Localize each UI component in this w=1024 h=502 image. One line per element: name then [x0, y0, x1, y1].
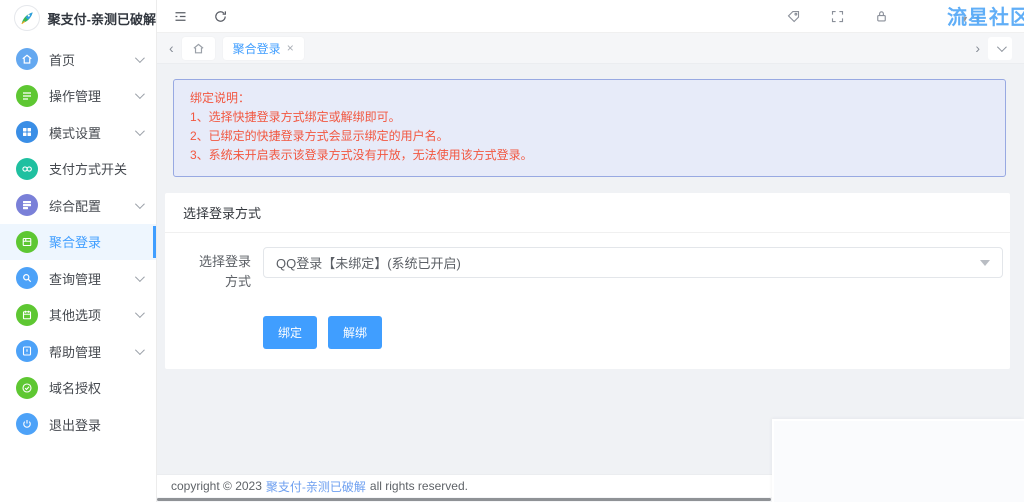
tag-icon[interactable]: [784, 7, 802, 25]
sidebar-item-label: 操作管理: [49, 86, 101, 105]
bind-button[interactable]: 绑定: [263, 316, 317, 349]
select-login-method-label: 选择登录方式: [187, 247, 251, 292]
alert-line: 2、已绑定的快捷登录方式会显示绑定的用户名。: [190, 127, 989, 146]
scrollbar-thumb[interactable]: [157, 498, 771, 501]
alert-line: 绑定说明：: [190, 89, 989, 108]
clipboard-icon: [16, 304, 38, 326]
sidebar-item-query[interactable]: 查询管理: [0, 260, 156, 297]
sidebar-item-label: 综合配置: [49, 196, 101, 215]
sidebar-item-domain-auth[interactable]: 域名授权: [0, 370, 156, 407]
refresh-icon[interactable]: [211, 7, 229, 25]
sidebar-item-payment-switch[interactable]: 支付方式开关: [0, 151, 156, 188]
alert-line: 1、选择快捷登录方式绑定或解绑即可。: [190, 108, 989, 127]
unbind-button[interactable]: 解绑: [328, 316, 382, 349]
login-method-card: 选择登录方式 选择登录方式 QQ登录【未绑定】(系统已开启) 绑定 解绑: [165, 193, 1010, 369]
copyright-suffix: all rights reserved.: [370, 479, 468, 493]
action-buttons: 绑定 解绑: [263, 316, 1010, 349]
chevron-down-icon: [135, 89, 145, 99]
help-icon: [16, 340, 38, 362]
app-title: 聚支付-亲测已破解: [48, 9, 156, 28]
main-area: ‹ 聚合登录 × › 绑定说明： 1、选择快捷登录方式绑定或解绑即可。 2、已绑…: [157, 0, 1024, 502]
sidebar-item-label: 其他选项: [49, 305, 101, 324]
sidebar-item-operations[interactable]: 操作管理: [0, 78, 156, 115]
app-window: 聚支付-亲测已破解 首页 操作管理 模式设置: [0, 0, 1024, 502]
tabs-scroll-right-icon[interactable]: ›: [975, 41, 980, 55]
power-icon: [16, 413, 38, 435]
switch-icon: [16, 158, 38, 180]
alert-line: 3、系统未开启表示该登录方式没有开放，无法使用该方式登录。: [190, 146, 989, 165]
tabs-dropdown-button[interactable]: [988, 37, 1012, 60]
sidebar-item-label: 域名授权: [49, 378, 101, 397]
rocket-icon: [14, 5, 40, 31]
sidebar-item-home[interactable]: 首页: [0, 41, 156, 78]
fold-sidebar-icon[interactable]: [171, 7, 189, 25]
sidebar-item-label: 支付方式开关: [49, 159, 127, 178]
login-method-select[interactable]: QQ登录【未绑定】(系统已开启): [263, 247, 1003, 278]
chevron-down-icon: [135, 53, 145, 63]
selected-option: QQ登录【未绑定】(系统已开启): [276, 253, 980, 272]
select-caret-icon: [980, 260, 990, 266]
lock-icon[interactable]: [872, 7, 890, 25]
tab-aggregate-login[interactable]: 聚合登录 ×: [223, 37, 304, 60]
grid-icon: [16, 121, 38, 143]
sidebar-menu: 首页 操作管理 模式设置 支付方式: [0, 36, 156, 443]
chevron-down-icon: [135, 308, 145, 318]
binding-instructions-alert: 绑定说明： 1、选择快捷登录方式绑定或解绑即可。 2、已绑定的快捷登录方式会显示…: [173, 79, 1006, 177]
chevron-down-icon: [135, 126, 145, 136]
sidebar-item-label: 帮助管理: [49, 342, 101, 361]
bottom-right-overlay-panel: [772, 419, 1024, 502]
stack-icon: [16, 194, 38, 216]
home-icon: [16, 48, 38, 70]
home-icon: [192, 42, 205, 55]
sidebar-item-label: 首页: [49, 50, 75, 69]
search-icon: [16, 267, 38, 289]
sidebar-item-other-options[interactable]: 其他选项: [0, 297, 156, 334]
login-icon: [16, 231, 38, 253]
sidebar-item-mode-settings[interactable]: 模式设置: [0, 114, 156, 151]
sidebar-item-help[interactable]: 帮助管理: [0, 333, 156, 370]
app-logo: 聚支付-亲测已破解: [0, 0, 156, 36]
top-bar: [157, 0, 1024, 33]
chevron-down-icon: [135, 199, 145, 209]
brand-link[interactable]: 聚支付-亲测已破解: [266, 478, 366, 495]
fullscreen-icon[interactable]: [828, 7, 846, 25]
card-title: 选择登录方式: [165, 193, 1010, 233]
close-icon[interactable]: ×: [287, 41, 294, 55]
tab-home[interactable]: [182, 37, 215, 60]
sidebar: 聚支付-亲测已破解 首页 操作管理 模式设置: [0, 0, 157, 502]
copyright-prefix: copyright © 2023: [171, 479, 262, 493]
tabs-scroll-left-icon[interactable]: ‹: [169, 41, 174, 55]
sidebar-item-label: 退出登录: [49, 415, 101, 434]
page-content: 绑定说明： 1、选择快捷登录方式绑定或解绑即可。 2、已绑定的快捷登录方式会显示…: [157, 64, 1024, 474]
sidebar-item-general-config[interactable]: 综合配置: [0, 187, 156, 224]
sidebar-item-label: 模式设置: [49, 123, 101, 142]
list-icon: [16, 85, 38, 107]
tab-bar: ‹ 聚合登录 × ›: [157, 33, 1024, 64]
chevron-down-icon: [135, 272, 145, 282]
sidebar-item-label: 查询管理: [49, 269, 101, 288]
tab-label: 聚合登录: [233, 40, 281, 57]
sidebar-item-label: 聚合登录: [49, 232, 101, 251]
sidebar-item-aggregate-login[interactable]: 聚合登录: [0, 224, 156, 261]
chevron-down-icon: [135, 345, 145, 355]
login-method-form-row: 选择登录方式 QQ登录【未绑定】(系统已开启): [165, 233, 1010, 292]
watermark: 流星社区: [947, 1, 1024, 30]
chevron-down-icon: [996, 42, 1006, 52]
check-icon: [16, 377, 38, 399]
sidebar-item-logout[interactable]: 退出登录: [0, 406, 156, 443]
